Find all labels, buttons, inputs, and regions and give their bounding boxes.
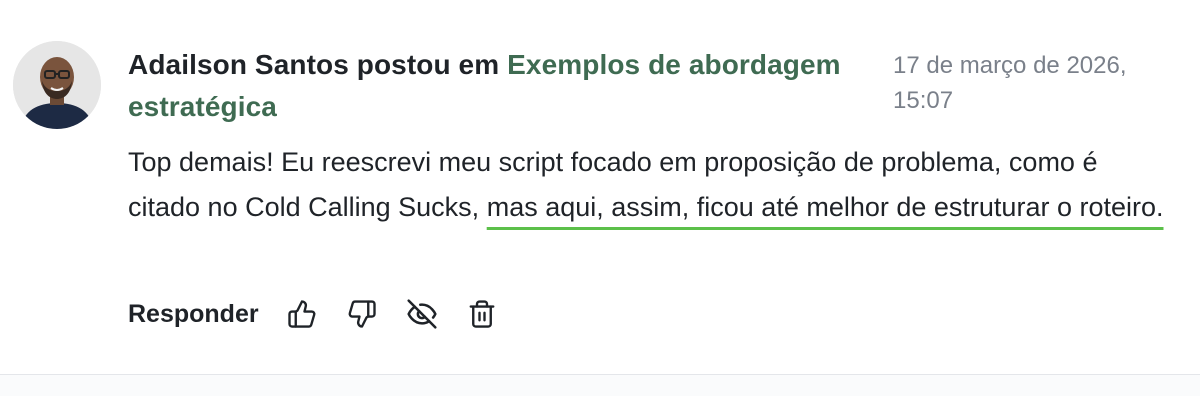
eye-off-icon [406, 299, 437, 329]
posted-in-label: postou em [356, 49, 500, 80]
hide-button[interactable] [405, 297, 439, 331]
comment-card: Adailson Santos postou em Exemplos de ab… [0, 0, 1200, 375]
trash-icon [469, 300, 495, 328]
comment-timestamp: 17 de março de 2026, 15:07 [893, 52, 1127, 114]
delete-button[interactable] [465, 297, 499, 331]
comment-body: Top demais! Eu reescrevi meu script foca… [128, 140, 1168, 230]
author-name[interactable]: Adailson Santos [128, 49, 349, 80]
dislike-button[interactable] [345, 297, 379, 331]
avatar[interactable] [13, 41, 101, 129]
thumbs-up-icon [287, 300, 316, 328]
avatar-photo [13, 41, 101, 129]
comment-body-highlight: mas aqui, assim, ficou até melhor de est… [486, 192, 1164, 222]
comment-actions: Responder [128, 294, 525, 334]
next-comment-area [0, 375, 1200, 396]
like-button[interactable] [285, 297, 319, 331]
comment-header: Adailson Santos postou em Exemplos de ab… [128, 44, 848, 128]
reply-button[interactable]: Responder [128, 300, 259, 329]
thumbs-down-icon [348, 300, 376, 328]
